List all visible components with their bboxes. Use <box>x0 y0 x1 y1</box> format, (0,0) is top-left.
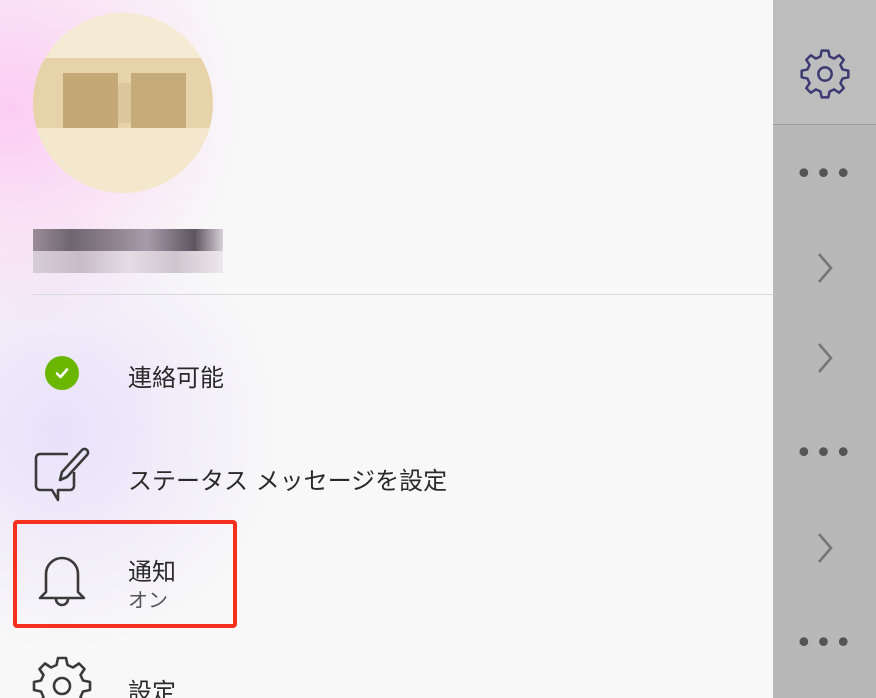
highlight-box <box>13 520 237 628</box>
availability-label: 連絡可能 <box>128 364 224 392</box>
dots-glyph: ••• <box>794 626 855 661</box>
chevron-right-icon[interactable] <box>773 248 876 288</box>
avatar-pixel <box>131 73 186 128</box>
background-panel: ••• ••• ••• <box>773 0 876 698</box>
status-message-label: ステータス メッセージを設定 <box>128 467 448 495</box>
name-pixel-row <box>33 229 223 251</box>
gear-icon <box>30 650 94 698</box>
more-dots-icon[interactable]: ••• <box>773 624 876 664</box>
availability-item[interactable]: 連絡可能 <box>0 330 773 420</box>
status-dot <box>45 356 79 390</box>
dots-glyph: ••• <box>794 436 855 471</box>
gear-icon[interactable] <box>773 49 876 99</box>
chevron-right-icon[interactable] <box>773 338 876 378</box>
chevron-right-icon[interactable] <box>773 528 876 568</box>
avatar-pixel <box>63 73 118 128</box>
status-available-icon <box>30 341 94 405</box>
status-message-item[interactable]: ステータス メッセージを設定 <box>0 430 773 520</box>
dots-glyph: ••• <box>794 157 855 192</box>
edit-message-icon <box>30 442 94 506</box>
avatar-pixel <box>33 128 213 193</box>
divider <box>33 294 773 295</box>
settings-label: 設定 <box>128 678 176 698</box>
name-pixel-row <box>33 251 223 273</box>
background-header <box>773 0 876 125</box>
display-name-pixelated <box>33 229 233 273</box>
more-dots-icon[interactable]: ••• <box>773 434 876 474</box>
avatar[interactable] <box>33 13 213 193</box>
more-dots-icon[interactable]: ••• <box>773 155 876 195</box>
profile-drawer: 連絡可能 ステータス メッセージを設定 通知 オン 設定 <box>0 0 773 698</box>
avatar-pixel <box>33 13 213 58</box>
checkmark-icon <box>55 368 69 379</box>
avatar-pixel <box>118 83 131 123</box>
settings-item[interactable]: 設定 <box>0 640 773 698</box>
